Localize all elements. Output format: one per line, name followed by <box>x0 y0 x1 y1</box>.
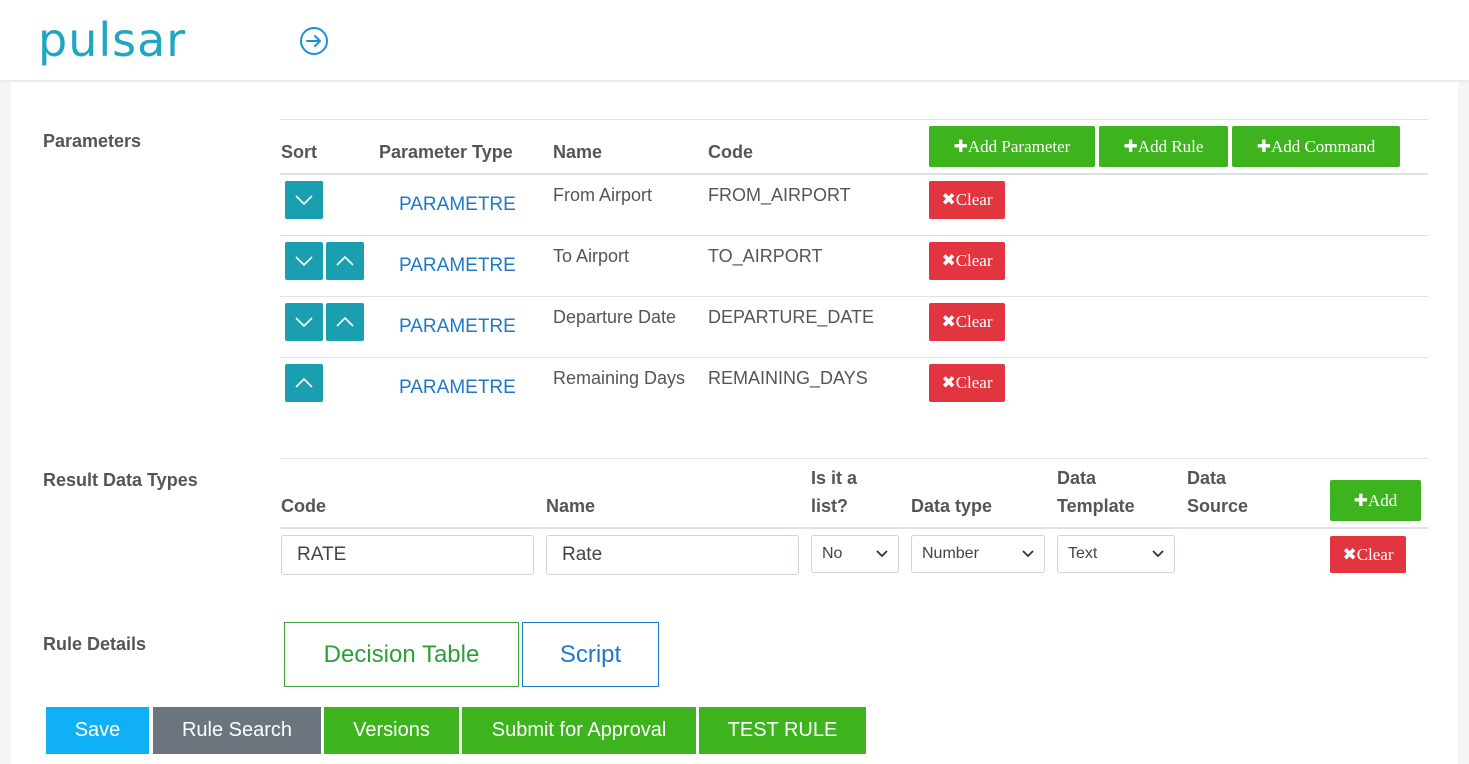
chevron-up-icon <box>336 316 354 327</box>
parameter-code: REMAINING_DAYS <box>708 368 868 388</box>
rule-details-section-label: Rule Details <box>43 634 147 654</box>
parameter-code: FROM_AIRPORT <box>708 185 851 205</box>
col-code: Code <box>281 496 326 516</box>
parameter-name: From Airport <box>553 185 653 205</box>
clear-parameter-button[interactable]: ✖ Clear <box>929 181 1005 219</box>
clear-parameter-button[interactable]: ✖ Clear <box>929 303 1005 341</box>
move-up-button[interactable] <box>326 303 364 341</box>
parameter-name: Remaining Days <box>553 368 686 388</box>
chevron-down-icon <box>295 256 313 267</box>
chevron-down-icon <box>295 317 313 328</box>
versions-button[interactable]: Versions <box>324 707 459 754</box>
move-up-button[interactable] <box>326 242 364 280</box>
clear-parameter-button[interactable]: ✖ Clear <box>929 364 1005 402</box>
result-types-top-divider <box>280 458 1428 459</box>
tab-script[interactable]: Script <box>522 622 659 687</box>
x-icon: ✖ <box>941 190 956 209</box>
parameters-header-divider <box>280 173 1428 175</box>
chevron-up-icon <box>336 255 354 266</box>
plus-icon: ✚ <box>953 136 968 156</box>
top-bar: pulsar <box>0 0 1469 80</box>
move-down-button[interactable] <box>285 242 323 280</box>
move-down-button[interactable] <box>285 303 323 341</box>
add-parameter-button[interactable]: ✚ Add Parameter <box>929 126 1095 167</box>
x-icon: ✖ <box>941 373 956 392</box>
parameter-type-link[interactable]: PARAMETRE <box>399 194 516 216</box>
add-result-type-button[interactable]: ✚ Add <box>1330 480 1421 521</box>
col-parameter-type: Parameter Type <box>379 142 513 162</box>
col-name: Name <box>553 142 603 162</box>
chevron-up-icon <box>295 377 313 388</box>
row-divider <box>280 296 1428 297</box>
chevron-down-icon <box>1152 550 1164 558</box>
plus-icon: ✚ <box>1353 490 1368 510</box>
col-data-source: Data Source <box>1187 468 1249 516</box>
col-data-template: Data Template <box>1057 468 1135 516</box>
chevron-down-icon <box>876 550 888 558</box>
data-type-select[interactable]: Number <box>911 535 1045 573</box>
parameter-name: Departure Date <box>553 307 677 327</box>
clear-parameter-button[interactable]: ✖ Clear <box>929 242 1005 280</box>
col-sort: Sort <box>281 142 317 162</box>
row-divider <box>280 357 1428 358</box>
result-code-input[interactable] <box>281 535 534 575</box>
parameter-name: To Airport <box>553 246 630 266</box>
arrow-right-circle-icon[interactable] <box>299 26 329 56</box>
add-rule-button[interactable]: ✚ Add Rule <box>1099 126 1228 167</box>
pulsar-logo: pulsar <box>38 13 187 67</box>
col-data-type: Data type <box>911 496 993 516</box>
x-icon: ✖ <box>941 312 956 331</box>
parameter-type-link[interactable]: PARAMETRE <box>399 255 516 277</box>
rule-search-button[interactable]: Rule Search <box>153 707 321 754</box>
parameter-code: TO_AIRPORT <box>708 246 823 266</box>
add-command-button[interactable]: ✚ Add Command <box>1232 126 1400 167</box>
result-types-header-divider <box>280 527 1428 529</box>
parameter-type-link[interactable]: PARAMETRE <box>399 377 516 399</box>
row-divider <box>280 235 1428 236</box>
x-icon: ✖ <box>1342 544 1357 564</box>
test-rule-button[interactable]: TEST RULE <box>699 707 866 754</box>
parameter-type-link[interactable]: PARAMETRE <box>399 316 516 338</box>
result-name-input[interactable] <box>546 535 799 575</box>
parameters-top-divider <box>280 119 1428 120</box>
col-is-list: Is it a list? <box>811 468 858 516</box>
col-code: Code <box>708 142 753 162</box>
data-template-select[interactable]: Text <box>1057 535 1175 573</box>
col-name: Name <box>546 496 596 516</box>
parameters-section-label: Parameters <box>43 131 142 151</box>
save-button[interactable]: Save <box>46 707 149 754</box>
is-list-select[interactable]: No <box>811 535 899 573</box>
submit-for-approval-button[interactable]: Submit for Approval <box>462 707 696 754</box>
x-icon: ✖ <box>941 251 956 270</box>
move-up-button[interactable] <box>285 364 323 402</box>
result-types-section-label: Result Data Types <box>43 470 198 490</box>
chevron-down-icon <box>1022 550 1034 558</box>
clear-result-type-button[interactable]: ✖ Clear <box>1330 536 1406 573</box>
chevron-down-icon <box>295 195 313 206</box>
move-down-button[interactable] <box>285 181 323 219</box>
parameter-code: DEPARTURE_DATE <box>708 307 875 327</box>
plus-icon: ✚ <box>1256 136 1271 156</box>
plus-icon: ✚ <box>1123 136 1138 156</box>
tab-decision-table[interactable]: Decision Table <box>284 622 519 687</box>
